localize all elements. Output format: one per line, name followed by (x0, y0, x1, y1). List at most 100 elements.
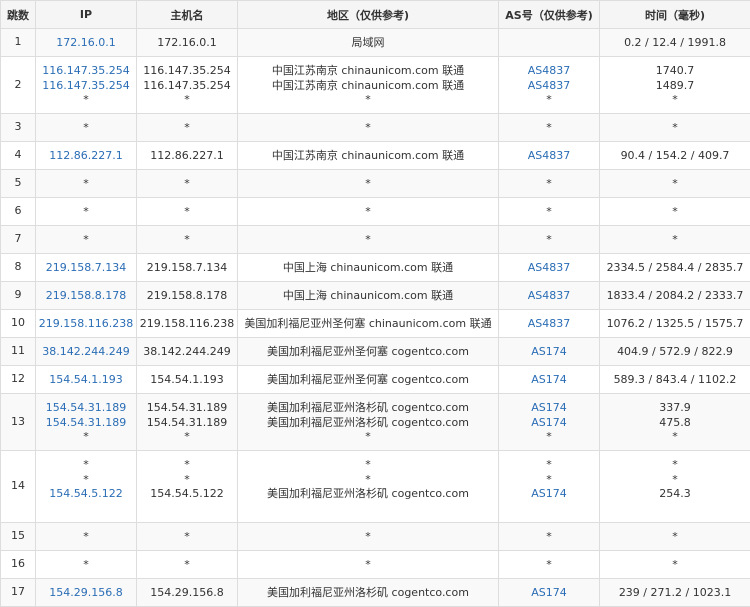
time-text: * (600, 430, 750, 445)
region-text: 中国江苏南京 chinaunicom.com 联通 (238, 149, 498, 164)
ip-link[interactable]: 38.142.244.249 (36, 345, 136, 360)
table-row: 9219.158.8.178219.158.8.178中国上海 chinauni… (1, 282, 750, 310)
time-text: * (600, 473, 750, 488)
ip-link[interactable]: 219.158.8.178 (36, 289, 136, 304)
as-number-text: * (499, 430, 599, 445)
time-text: 337.9 (600, 401, 750, 416)
hostname-text: 154.29.156.8 (137, 586, 237, 601)
as-number-link[interactable]: AS4837 (499, 289, 599, 304)
region-text: 中国江苏南京 chinaunicom.com 联通 (238, 79, 498, 94)
time-cell: 239 / 271.2 / 1023.1 (600, 579, 750, 607)
as-number-cell: AS4837 (499, 282, 600, 310)
as-number-text: * (499, 558, 599, 573)
as-number-link[interactable]: AS4837 (499, 79, 599, 94)
region-text: 中国上海 chinaunicom.com 联通 (238, 289, 498, 304)
ip-link[interactable]: 116.147.35.254 (36, 79, 136, 94)
time-cell: * (600, 114, 750, 142)
hostname-cell: 154.54.1.193 (137, 366, 238, 394)
table-row: 1138.142.244.24938.142.244.249美国加利福尼亚州圣何… (1, 338, 750, 366)
as-number-text (499, 36, 599, 51)
hop-cell: 8 (1, 254, 36, 282)
hostname-cell: * (137, 170, 238, 198)
region-text: 中国江苏南京 chinaunicom.com 联通 (238, 64, 498, 79)
as-number-link[interactable]: AS4837 (499, 317, 599, 332)
ip-link[interactable]: 116.147.35.254 (36, 64, 136, 79)
time-cell: * (600, 198, 750, 226)
time-text: * (600, 121, 750, 136)
hostname-text: 172.16.0.1 (137, 36, 237, 51)
as-number-link[interactable]: AS174 (499, 373, 599, 388)
as-number-cell: * (499, 226, 600, 254)
hop-cell: 15 (1, 523, 36, 551)
ip-link[interactable]: 154.54.31.189 (36, 401, 136, 416)
time-text: * (600, 177, 750, 192)
as-number-cell: * (499, 170, 600, 198)
time-text: 239 / 271.2 / 1023.1 (600, 586, 750, 601)
hostname-cell: 219.158.7.134 (137, 254, 238, 282)
as-number-link[interactable]: AS4837 (499, 64, 599, 79)
time-text: 1076.2 / 1325.5 / 1575.7 (600, 317, 750, 332)
as-number-link[interactable]: AS174 (499, 401, 599, 416)
region-cell: 美国加利福尼亚州圣何塞 cogentco.com (238, 338, 499, 366)
as-number-cell: AS174 (499, 366, 600, 394)
region-text: * (238, 93, 498, 108)
region-text: 中国上海 chinaunicom.com 联通 (238, 261, 498, 276)
region-cell: 局域网 (238, 29, 499, 57)
region-cell: 美国加利福尼亚州洛杉矶 cogentco.com美国加利福尼亚州洛杉矶 coge… (238, 394, 499, 451)
as-number-cell: AS4837 (499, 310, 600, 338)
region-text: * (238, 530, 498, 545)
region-text: * (238, 458, 498, 473)
ip-cell: * (36, 523, 137, 551)
time-text: 589.3 / 843.4 / 1102.2 (600, 373, 750, 388)
hostname-text: * (137, 177, 237, 192)
ip-link[interactable]: 154.54.5.122 (36, 487, 136, 502)
ip-link[interactable]: 112.86.227.1 (36, 149, 136, 164)
hostname-cell: * (137, 551, 238, 579)
ip-cell: 154.29.156.8 (36, 579, 137, 607)
table-row: 2116.147.35.254116.147.35.254*116.147.35… (1, 57, 750, 114)
as-number-cell: AS174 (499, 579, 600, 607)
table-row: 10219.158.116.238219.158.116.238美国加利福尼亚州… (1, 310, 750, 338)
hop-cell: 6 (1, 198, 36, 226)
region-cell: 美国加利福尼亚州圣何塞 cogentco.com (238, 366, 499, 394)
ip-link[interactable]: 172.16.0.1 (36, 36, 136, 51)
hostname-text: 154.54.31.189 (137, 416, 237, 431)
hostname-text: 219.158.7.134 (137, 261, 237, 276)
region-cell: * (238, 170, 499, 198)
region-cell: **美国加利福尼亚州洛杉矶 cogentco.com (238, 451, 499, 523)
ip-link[interactable]: 154.54.1.193 (36, 373, 136, 388)
as-number-text: * (499, 121, 599, 136)
table-row: 12154.54.1.193154.54.1.193美国加利福尼亚州圣何塞 co… (1, 366, 750, 394)
region-text: 局域网 (238, 36, 498, 51)
region-text: * (238, 205, 498, 220)
as-number-link[interactable]: AS174 (499, 487, 599, 502)
ip-text: * (36, 177, 136, 192)
as-number-cell: * (499, 551, 600, 579)
region-text: 美国加利福尼亚州洛杉矶 cogentco.com (238, 401, 498, 416)
table-row: 6***** (1, 198, 750, 226)
region-cell: 美国加利福尼亚州洛杉矶 cogentco.com (238, 579, 499, 607)
ip-cell: * (36, 114, 137, 142)
region-text: 美国加利福尼亚州洛杉矶 cogentco.com (238, 487, 498, 502)
as-number-link[interactable]: AS174 (499, 586, 599, 601)
hostname-text: 116.147.35.254 (137, 79, 237, 94)
as-number-link[interactable]: AS4837 (499, 149, 599, 164)
time-cell: 0.2 / 12.4 / 1991.8 (600, 29, 750, 57)
hostname-text: 219.158.116.238 (137, 317, 237, 332)
as-number-link[interactable]: AS4837 (499, 261, 599, 276)
region-cell: 中国上海 chinaunicom.com 联通 (238, 282, 499, 310)
region-cell: 美国加利福尼亚州圣何塞 chinaunicom.com 联通 (238, 310, 499, 338)
ip-link[interactable]: 219.158.7.134 (36, 261, 136, 276)
hostname-text: * (137, 93, 237, 108)
hostname-cell: 38.142.244.249 (137, 338, 238, 366)
as-number-link[interactable]: AS174 (499, 345, 599, 360)
as-number-cell: AS174 (499, 338, 600, 366)
ip-link[interactable]: 154.54.31.189 (36, 416, 136, 431)
traceroute-table: 跳数 IP 主机名 地区（仅供参考) AS号（仅供参考) 时间（毫秒) 1172… (0, 0, 750, 607)
as-number-text: * (499, 473, 599, 488)
ip-link[interactable]: 154.29.156.8 (36, 586, 136, 601)
as-number-link[interactable]: AS174 (499, 416, 599, 431)
hostname-cell: 219.158.116.238 (137, 310, 238, 338)
hostname-text: 112.86.227.1 (137, 149, 237, 164)
ip-link[interactable]: 219.158.116.238 (36, 317, 136, 332)
